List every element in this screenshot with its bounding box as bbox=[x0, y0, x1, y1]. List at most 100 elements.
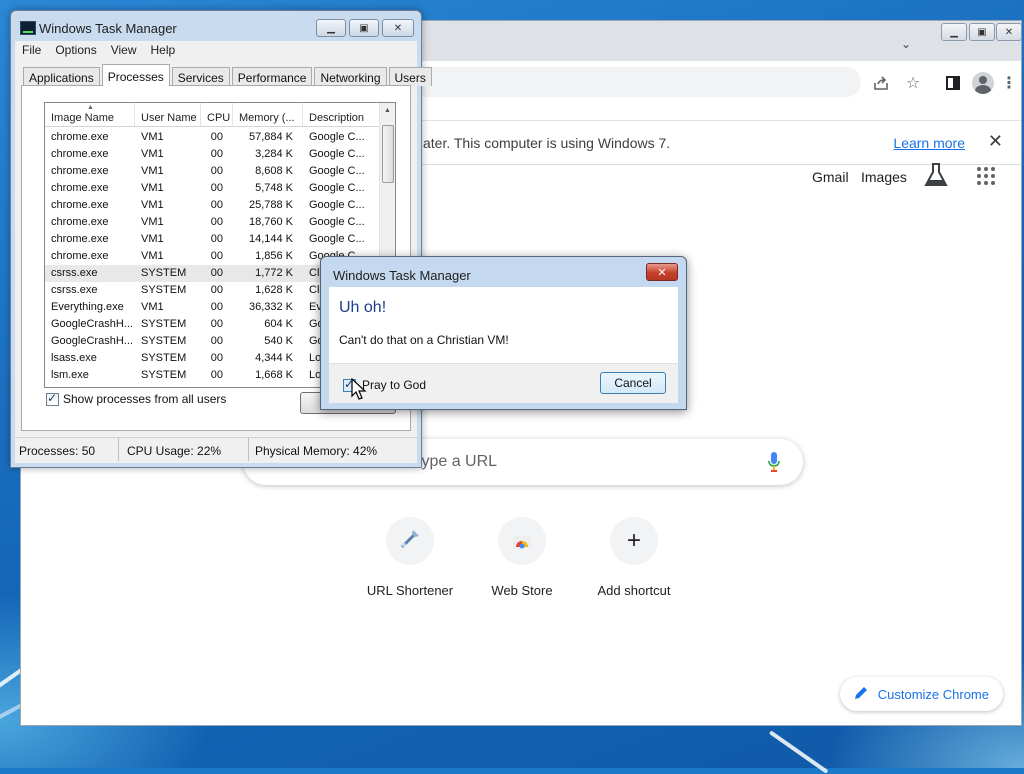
tab-networking[interactable]: Networking bbox=[314, 67, 387, 86]
infobar-close-icon[interactable]: ✕ bbox=[988, 131, 1003, 152]
status-memory: Physical Memory: 42% bbox=[255, 444, 378, 458]
show-all-users-checkbox[interactable]: Show processes from all users bbox=[46, 391, 227, 406]
cell-memory: 25,788 K bbox=[248, 199, 293, 211]
cell-memory: 540 K bbox=[264, 335, 293, 347]
shortcut-add[interactable]: + Add shortcut bbox=[579, 517, 689, 598]
tab-search-chevron-icon[interactable]: ⌄ bbox=[901, 37, 911, 51]
process-list-header: ▲ Image Name User Name CPU Memory (... De… bbox=[45, 103, 381, 127]
cell-image-name: GoogleCrashH... bbox=[51, 335, 133, 347]
cell-memory: 3,284 K bbox=[255, 148, 293, 160]
cell-memory: 1,772 K bbox=[255, 267, 293, 279]
tm-minimize-button[interactable]: ▁ bbox=[316, 19, 346, 37]
share-icon[interactable] bbox=[869, 71, 893, 95]
tab-performance[interactable]: Performance bbox=[231, 67, 313, 86]
tab-applications[interactable]: Applications bbox=[23, 67, 100, 86]
cell-description: Google C... bbox=[309, 216, 365, 228]
dialog-heading: Uh oh! bbox=[339, 299, 387, 316]
column-cpu[interactable]: CPU bbox=[201, 103, 233, 126]
cell-image-name: Everything.exe bbox=[51, 301, 124, 313]
side-panel-icon[interactable] bbox=[941, 71, 965, 95]
table-row[interactable]: chrome.exe VM1 00 57,884 K Google C... bbox=[45, 129, 381, 146]
cell-memory: 36,332 K bbox=[248, 301, 293, 313]
tm-status-bar: Processes: 50 CPU Usage: 22% Physical Me… bbox=[15, 437, 417, 461]
chrome-minimize-button[interactable]: ▁ bbox=[941, 23, 967, 41]
cell-cpu: 00 bbox=[210, 369, 223, 381]
table-row[interactable]: chrome.exe VM1 00 5,748 K Google C... bbox=[45, 180, 381, 197]
sort-arrow-icon: ▲ bbox=[87, 104, 94, 111]
cancel-button[interactable]: Cancel bbox=[600, 372, 666, 394]
table-row[interactable]: chrome.exe VM1 00 14,144 K Google C... bbox=[45, 231, 381, 248]
cell-user-name: SYSTEM bbox=[141, 352, 187, 364]
cell-memory: 604 K bbox=[264, 318, 293, 330]
shortcut-web-store[interactable]: Web Store bbox=[467, 517, 577, 598]
learn-more-link[interactable]: Learn more bbox=[893, 135, 965, 151]
menu-options[interactable]: Options bbox=[48, 41, 103, 61]
cell-cpu: 00 bbox=[210, 250, 223, 262]
cell-description: Google C... bbox=[309, 233, 365, 245]
table-row[interactable]: chrome.exe VM1 00 8,608 K Google C... bbox=[45, 163, 381, 180]
cell-memory: 4,344 K bbox=[255, 352, 293, 364]
gmail-link[interactable]: Gmail bbox=[812, 169, 849, 185]
cell-user-name: SYSTEM bbox=[141, 284, 187, 296]
scroll-thumb[interactable] bbox=[382, 125, 394, 183]
plus-icon: + bbox=[626, 527, 641, 554]
column-description[interactable]: Description bbox=[303, 103, 381, 126]
cell-cpu: 00 bbox=[210, 335, 223, 347]
cell-user-name: VM1 bbox=[141, 199, 164, 211]
microphone-icon[interactable] bbox=[767, 451, 781, 473]
cell-user-name: VM1 bbox=[141, 233, 164, 245]
menu-help[interactable]: Help bbox=[144, 41, 183, 61]
omnibox[interactable] bbox=[411, 67, 861, 97]
images-link[interactable]: Images bbox=[861, 169, 907, 185]
tab-processes[interactable]: Processes bbox=[101, 64, 170, 86]
column-user-name[interactable]: User Name bbox=[135, 103, 201, 126]
customize-chrome-label: Customize Chrome bbox=[877, 686, 989, 702]
cell-user-name: VM1 bbox=[141, 250, 164, 262]
column-image-name[interactable]: ▲ Image Name bbox=[45, 103, 135, 126]
google-apps-icon[interactable] bbox=[977, 167, 995, 185]
mouse-cursor-icon bbox=[351, 377, 367, 400]
dialog-content: Uh oh! Can't do that on a Christian VM! bbox=[329, 287, 678, 363]
tm-close-button[interactable]: ✕ bbox=[382, 19, 414, 37]
dialog-close-button[interactable]: ✕ bbox=[646, 263, 678, 281]
shortcut-label: URL Shortener bbox=[366, 583, 454, 598]
task-manager-title: Windows Task Manager bbox=[39, 21, 177, 36]
menu-kebab-icon[interactable]: ⋮ bbox=[997, 71, 1021, 95]
chrome-close-button[interactable]: ✕ bbox=[996, 23, 1022, 41]
cell-description: Google C... bbox=[309, 182, 365, 194]
scroll-up-icon[interactable]: ▲ bbox=[380, 103, 395, 119]
column-memory[interactable]: Memory (... bbox=[233, 103, 303, 126]
bookmark-star-icon[interactable]: ☆ bbox=[901, 71, 925, 95]
cell-cpu: 00 bbox=[210, 318, 223, 330]
cell-memory: 57,884 K bbox=[248, 131, 293, 143]
cell-image-name: chrome.exe bbox=[51, 233, 109, 245]
search-placeholder: type a URL bbox=[417, 453, 498, 470]
show-all-users-label: Show processes from all users bbox=[63, 392, 227, 406]
checkbox-icon[interactable] bbox=[46, 391, 59, 406]
cell-cpu: 00 bbox=[210, 284, 223, 296]
tab-services[interactable]: Services bbox=[171, 67, 230, 86]
customize-chrome-button[interactable]: Customize Chrome bbox=[839, 677, 1003, 711]
tm-tabs: Applications Processes Services Performa… bbox=[23, 64, 434, 86]
cell-user-name: VM1 bbox=[141, 301, 164, 313]
cell-cpu: 00 bbox=[210, 131, 223, 143]
shortcut-url-shortener[interactable]: URL Shortener bbox=[355, 517, 465, 598]
table-row[interactable]: chrome.exe VM1 00 18,760 K Google C... bbox=[45, 214, 381, 231]
profile-avatar-icon[interactable] bbox=[971, 71, 995, 95]
table-row[interactable]: chrome.exe VM1 00 25,788 K Google C... bbox=[45, 197, 381, 214]
tab-users[interactable]: Users bbox=[388, 67, 432, 86]
chrome-maximize-button[interactable]: ▣ bbox=[969, 23, 995, 41]
shortcut-label: Add shortcut bbox=[597, 583, 671, 598]
cell-description: Google C... bbox=[309, 165, 365, 177]
labs-flask-icon[interactable] bbox=[923, 161, 949, 189]
tm-maximize-button[interactable]: ▣ bbox=[349, 19, 379, 37]
cell-image-name: lsm.exe bbox=[51, 369, 89, 381]
cell-cpu: 00 bbox=[210, 301, 223, 313]
menu-file[interactable]: File bbox=[15, 41, 48, 61]
cell-image-name: GoogleCrashH... bbox=[51, 318, 133, 330]
web-store-icon bbox=[511, 528, 533, 555]
cell-memory: 18,760 K bbox=[248, 216, 293, 228]
table-row[interactable]: chrome.exe VM1 00 3,284 K Google C... bbox=[45, 146, 381, 163]
error-dialog: Windows Task Manager ✕ Uh oh! Can't do t… bbox=[320, 256, 687, 410]
menu-view[interactable]: View bbox=[104, 41, 144, 61]
